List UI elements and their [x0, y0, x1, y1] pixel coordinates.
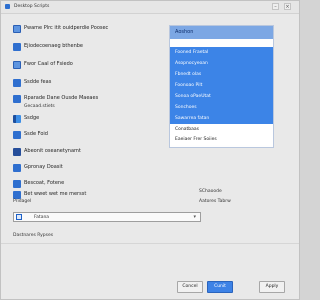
list-item[interactable]: Sonchoes [170, 102, 273, 113]
ok-button[interactable]: Cunit [207, 281, 233, 293]
action-listbox[interactable]: Aoshon Fooned Fraetal Asopnocyeoan Fbnedt … [169, 25, 274, 148]
list-item[interactable]: Foonoao Pilt [170, 80, 273, 91]
script-icon [13, 61, 21, 69]
list-item[interactable]: Sonoa oPaeUtat [170, 91, 273, 102]
script-icon [13, 43, 21, 51]
option-label: Bescoat, Fotene [24, 180, 65, 186]
script-icon [13, 25, 21, 33]
minimize-button[interactable]: – [272, 3, 279, 10]
right-label-2: Aatores Tabrw [199, 199, 231, 204]
close-button[interactable]: × [284, 3, 291, 10]
footer-label: Dastnares Rypses [13, 233, 54, 238]
option-label: Abeonit oseanetynamt [24, 148, 81, 154]
option-row[interactable]: Ejiodecoenaeg bthenbe [13, 41, 163, 53]
option-row[interactable]: Pwame Plrc itit ouidperdie Poosec [13, 23, 163, 35]
title-bar: Desktop Scripts – × [1, 1, 299, 14]
list-item[interactable]: Fooned Fraetal [170, 47, 273, 58]
option-label: Rparade Dane Ousde Maeaes [24, 95, 99, 101]
script-icon [13, 191, 21, 199]
option-label: Bet wwet wet me mersst [24, 191, 87, 197]
dropdown-checkbox[interactable] [16, 214, 22, 220]
option-label: Ssdge [24, 115, 40, 121]
script-icon [13, 164, 21, 172]
option-label: Ejiodecoenaeg bthenbe [24, 43, 84, 49]
dropdown-value: Fatana [34, 215, 50, 220]
list-item[interactable]: Asopnocyeoan [170, 58, 273, 69]
list-item[interactable]: Fbnedt olas [170, 69, 273, 80]
dialog-window: Desktop Scripts – × Pwame Plrc itit ouid… [0, 0, 300, 300]
list-item[interactable]: Sawarrea fatan [170, 113, 273, 124]
script-icon [13, 131, 21, 139]
list-item[interactable]: Eaeiaer Frer Soiies [170, 134, 273, 145]
option-label: Pwame Plrc itit ouidperdie Poosec [24, 25, 109, 31]
option-dropdown[interactable]: Fatana ▾ [13, 212, 201, 222]
right-label-1: SChaoode [199, 189, 222, 194]
option-row[interactable]: Bet wwet wet me mersst [13, 189, 163, 201]
script-icon [13, 79, 21, 87]
script-icon [13, 115, 21, 123]
script-icon [13, 180, 21, 188]
option-label: Gecaad.stiets [24, 104, 55, 109]
option-row[interactable]: Fwor Caal of Fsiedo [13, 59, 163, 71]
cancel-button[interactable]: Concel [177, 281, 203, 293]
prefix-label: Pridagel [13, 199, 32, 204]
chevron-down-icon[interactable]: ▾ [193, 214, 196, 220]
option-row[interactable]: Ssdde feas [13, 77, 163, 89]
option-label: Fwor Caal of Fsiedo [24, 61, 73, 67]
option-row[interactable]: Ssde Foid [13, 129, 163, 141]
listbox-header: Aoshon [170, 26, 273, 39]
app-icon [5, 4, 10, 9]
option-label: Ssde Foid [24, 131, 48, 137]
apply-button[interactable]: Apply [259, 281, 285, 293]
option-row[interactable]: Ssdge [13, 113, 163, 125]
script-icon [13, 148, 21, 156]
divider [1, 243, 299, 244]
window-title: Desktop Scripts [14, 4, 50, 9]
option-row[interactable]: Abeonit oseanetynamt [13, 146, 163, 158]
option-label: Gpronay Doasit [24, 164, 63, 170]
option-label: Ssdde feas [24, 79, 52, 85]
option-row[interactable]: Gpronay Doasit [13, 162, 163, 174]
